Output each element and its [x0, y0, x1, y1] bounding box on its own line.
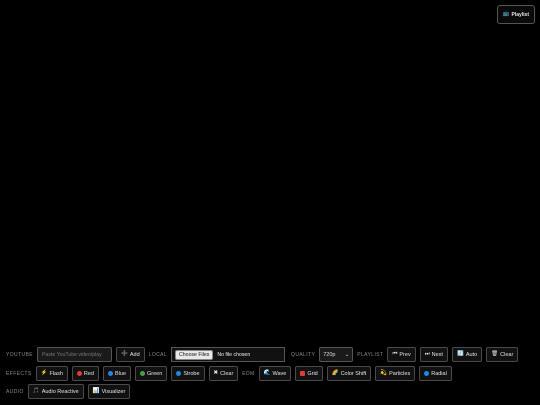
particles-button[interactable]: 💫 Particles: [375, 366, 416, 381]
lightning-icon: ⚡: [40, 369, 48, 376]
youtube-url-input[interactable]: Paste YouTube video/play: [36, 347, 112, 362]
edm-label: EDM: [242, 370, 255, 377]
grid-label: Grid: [307, 370, 318, 377]
prev-label: Prev: [399, 351, 411, 358]
next-button[interactable]: ⏭ Next: [419, 347, 448, 362]
visualizer-button[interactable]: 📊 Visualizer: [87, 384, 131, 399]
radial-label: Radial: [431, 370, 447, 377]
red-button[interactable]: Red: [71, 366, 99, 381]
no-file-text: No file chosen: [217, 351, 251, 358]
strobe-label: Strobe: [183, 370, 200, 377]
local-file-input[interactable]: Choose Files No file chosen: [171, 347, 286, 362]
playlist-toggle-label: Playlist: [511, 11, 529, 18]
next-label: Next: [431, 351, 443, 358]
close-icon: ✖: [213, 369, 219, 376]
auto-label: Auto: [465, 351, 478, 358]
add-youtube-button[interactable]: ➕ Add: [115, 347, 145, 362]
choose-files-button[interactable]: Choose Files: [175, 349, 214, 360]
radial-circle-icon: [424, 371, 430, 376]
particles-label: Particles: [389, 370, 411, 377]
quality-select[interactable]: 720p ⌄: [319, 347, 354, 362]
grid-square-icon: [300, 371, 306, 376]
control-row-audio: AUDIO 🎵 Audio Reactive 📊 Visualizer: [6, 384, 131, 399]
visualizer-label: Visualizer: [101, 388, 126, 395]
audio-label: AUDIO: [6, 388, 24, 395]
trash-icon: 🗑: [491, 350, 499, 357]
sparkle-icon: 💫: [380, 369, 388, 376]
clear-playlist-button[interactable]: 🗑 Clear: [486, 347, 519, 362]
grid-button[interactable]: Grid: [295, 366, 323, 381]
color-shift-label: Color Shift: [340, 370, 367, 377]
strobe-button[interactable]: Strobe: [171, 366, 205, 381]
green-circle-icon: [140, 371, 146, 376]
clear-effects-label: Clear: [220, 370, 234, 377]
clear-effects-button[interactable]: ✖ Clear: [208, 366, 239, 381]
green-label: Green: [147, 370, 163, 377]
green-button[interactable]: Green: [135, 366, 168, 381]
wave-label: Wave: [272, 370, 287, 377]
chevron-down-icon: ⌄: [344, 351, 350, 358]
blue-circle-icon: [108, 371, 113, 376]
skip-back-icon: ⏮: [392, 350, 398, 357]
audio-reactive-label: Audio Reactive: [41, 388, 79, 395]
plus-icon: ➕: [120, 350, 128, 357]
auto-button[interactable]: 🔄 Auto: [451, 347, 483, 362]
quality-value: 720p: [323, 351, 336, 358]
music-note-icon: 🎵: [32, 387, 40, 394]
flash-button[interactable]: ⚡ Flash: [35, 366, 68, 381]
skip-forward-icon: ⏭: [424, 350, 430, 357]
wave-button[interactable]: 🌊 Wave: [258, 366, 292, 381]
red-circle-icon: [76, 371, 82, 376]
wave-icon: 🌊: [263, 369, 271, 376]
prev-button[interactable]: ⏮ Prev: [387, 347, 416, 362]
repeat-icon: 🔄: [456, 350, 464, 357]
bar-chart-icon: 📊: [92, 387, 100, 394]
playlist-toggle-button[interactable]: 📺 Playlist: [496, 5, 535, 24]
control-row-effects: EFFECTS ⚡ Flash Red Blue Green Strobe ✖ …: [6, 366, 452, 381]
playlist-label: PLAYLIST: [357, 351, 384, 358]
effects-label: EFFECTS: [6, 370, 32, 377]
blue-label: Blue: [115, 370, 127, 377]
flash-label: Flash: [49, 370, 63, 377]
local-label: LOCAL: [148, 351, 168, 358]
youtube-label: YOUTUBE: [6, 351, 33, 358]
strobe-circle-icon: [176, 371, 182, 376]
color-shift-button[interactable]: 🌈 Color Shift: [326, 366, 372, 381]
quality-label: QUALITY: [291, 351, 316, 358]
tv-icon: 📺: [502, 10, 510, 17]
rainbow-icon: 🌈: [331, 369, 339, 376]
red-label: Red: [83, 370, 94, 377]
control-row-source: YOUTUBE Paste YouTube video/play ➕ Add L…: [6, 347, 519, 362]
clear-playlist-label: Clear: [500, 351, 514, 358]
blue-button[interactable]: Blue: [103, 366, 132, 381]
audio-reactive-button[interactable]: 🎵 Audio Reactive: [27, 384, 84, 399]
add-label: Add: [129, 351, 140, 358]
radial-button[interactable]: Radial: [419, 366, 452, 381]
